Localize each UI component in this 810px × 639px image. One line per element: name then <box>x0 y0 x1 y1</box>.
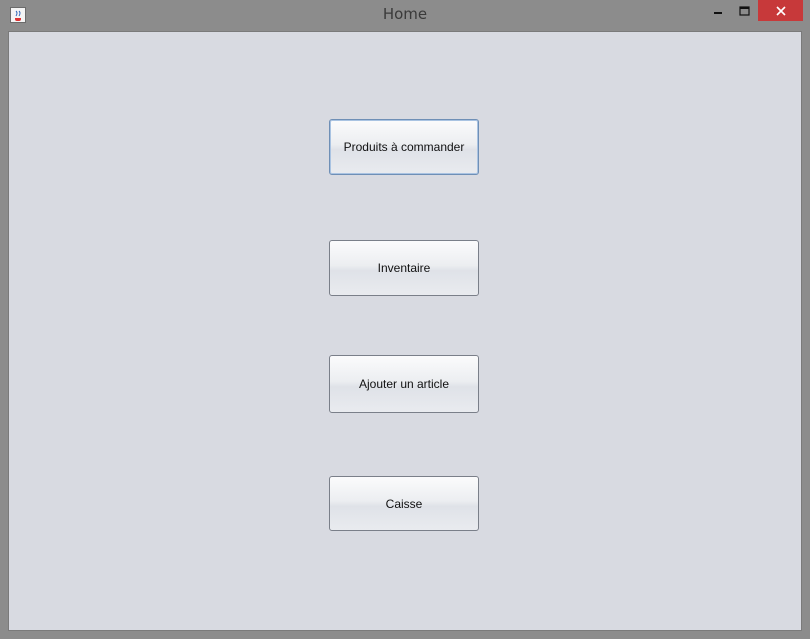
window-title: Home <box>382 5 428 23</box>
minimize-button[interactable] <box>705 0 731 21</box>
java-cup-icon[interactable] <box>10 7 26 23</box>
close-icon <box>775 5 786 16</box>
close-button[interactable] <box>758 0 803 21</box>
app-window: Home Produits à commander Inventaire Ajo… <box>0 0 810 639</box>
ajouter-un-article-button[interactable]: Ajouter un article <box>329 355 479 413</box>
maximize-button[interactable] <box>731 0 758 21</box>
maximize-icon <box>739 5 750 16</box>
minimize-icon <box>714 11 722 14</box>
inventaire-button[interactable]: Inventaire <box>329 240 479 296</box>
main-panel: Produits à commander Inventaire Ajouter … <box>8 31 802 631</box>
title-bar[interactable]: Home <box>0 0 810 31</box>
caisse-button[interactable]: Caisse <box>329 476 479 531</box>
produits-a-commander-button[interactable]: Produits à commander <box>329 119 479 175</box>
